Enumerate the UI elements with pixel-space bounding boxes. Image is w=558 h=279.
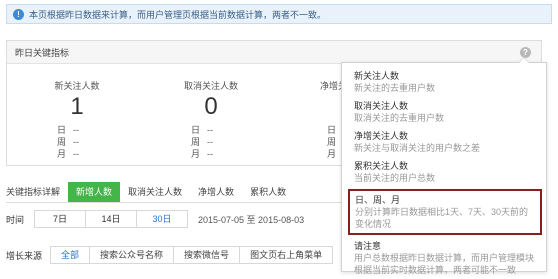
help-tooltip: 新关注人数 新关注的去重用户数 取消关注人数 取消关注的去重用户数 净增关注人数… xyxy=(341,57,547,275)
range-30-days[interactable]: 30日 xyxy=(137,211,187,227)
metric-row-week: 周-- xyxy=(191,137,213,147)
metric-row-month: 月-- xyxy=(191,149,213,159)
info-icon: ! xyxy=(13,8,24,20)
metric-unfollow: 取消关注人数 0 日 -- 周 -- 月 -- xyxy=(141,79,281,160)
source-filter: 增长来源 全部 搜索公众号名称 搜索微信号 图文页右上角菜单 xyxy=(6,246,334,264)
metric-row-day: 日-- xyxy=(57,125,79,135)
metric-title: 新关注人数 xyxy=(54,81,100,91)
time-range-selector: 7日 14日 30日 xyxy=(34,210,189,228)
time-label: 时间 xyxy=(6,214,25,225)
tab-unfollow[interactable]: 取消关注人数 xyxy=(120,182,190,202)
tab-net[interactable]: 净增人数 xyxy=(190,182,242,202)
tooltip-item: 取消关注人数 取消关注的去重用户数 xyxy=(354,101,445,123)
tabs-label: 关键指标详解 xyxy=(6,187,61,197)
range-7-days[interactable]: 7日 xyxy=(35,211,87,227)
source-article-menu[interactable]: 图文页右上角菜单 xyxy=(240,247,332,263)
source-search-name[interactable]: 搜索公众号名称 xyxy=(90,247,175,263)
metric-title: 取消关注人数 xyxy=(183,81,238,91)
metric-new-follow: 新关注人数 1 日 -- 周 -- 月 -- xyxy=(7,79,147,160)
tooltip-item: 净增关注人数 新关注与取消关注的用户数之差 xyxy=(354,131,481,153)
metric-row-week: 周-- xyxy=(57,137,79,147)
metric-value: 0 xyxy=(204,93,218,120)
time-filter: 时间 7日 14日 30日 2015-07-05 至 2015-08-03 xyxy=(6,210,304,228)
tooltip-item: 请注意 用户总数根据昨日数据计算，而用户管理模块根据当前实时数据计算，两者可能不… xyxy=(354,241,535,275)
panel-header: 昨日关键指标 xyxy=(7,41,541,64)
source-options: 全部 搜索公众号名称 搜索微信号 图文页右上角菜单 xyxy=(50,246,334,264)
tooltip-item: 新关注人数 新关注的去重用户数 xyxy=(354,71,436,93)
panel-title: 昨日关键指标 xyxy=(15,47,70,58)
tooltip-item-highlighted: 日、周、月 分别计算昨日数据相比1天、7天、30天前的变化情况 xyxy=(348,189,542,235)
tab-new[interactable]: 新增人数 xyxy=(68,182,121,202)
notice-bar: ! 本页根据昨日数据来计算，而用户管理页根据当前数据计算，两者不一致。 xyxy=(6,4,552,24)
tooltip-item: 累积关注人数 当前关注的用户总数 xyxy=(354,161,436,183)
source-all[interactable]: 全部 xyxy=(51,247,91,263)
metric-row-day: 日-- xyxy=(191,125,213,135)
date-range-picker[interactable]: 2015-07-05 至 2015-08-03 xyxy=(198,213,304,226)
metric-row-month: 月-- xyxy=(57,149,79,159)
notice-text: 本页根据昨日数据来计算，而用户管理页根据当前数据计算，两者不一致。 xyxy=(29,9,327,20)
source-label: 增长来源 xyxy=(6,250,43,261)
metric-value: 1 xyxy=(70,93,84,120)
range-14-days[interactable]: 14日 xyxy=(86,211,138,227)
tab-cumulative[interactable]: 累积人数 xyxy=(242,182,294,202)
source-search-wechat-id[interactable]: 搜索微信号 xyxy=(174,247,241,263)
